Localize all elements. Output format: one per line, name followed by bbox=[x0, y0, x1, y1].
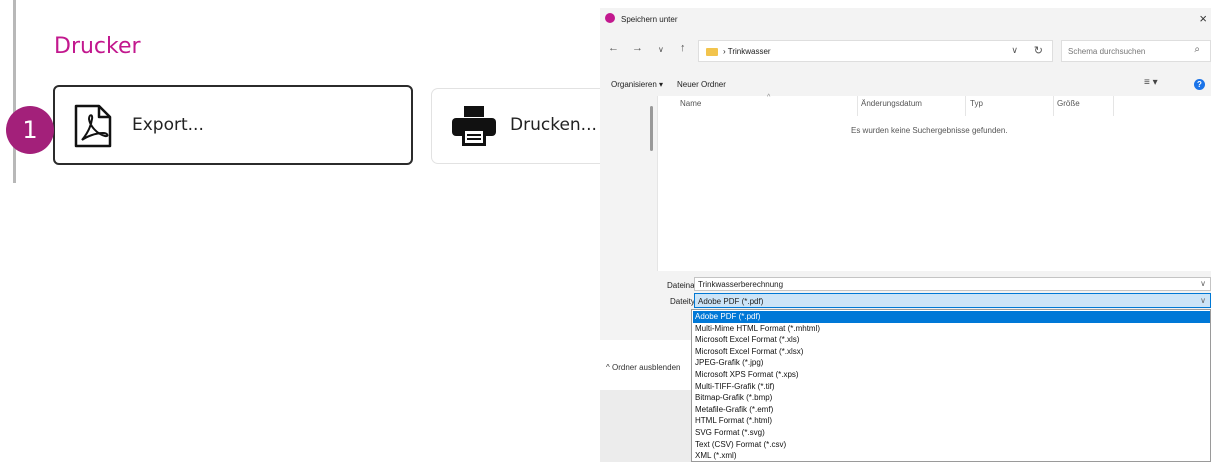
filetype-option[interactable]: Metafile-Grafik (*.emf) bbox=[693, 404, 1210, 416]
column-divider bbox=[965, 96, 966, 116]
filetype-select[interactable]: Adobe PDF (*.pdf) ∨ bbox=[694, 293, 1211, 308]
column-header-date[interactable]: Änderungsdatum bbox=[861, 99, 922, 108]
filename-field[interactable]: Trinkwasserberechnung ∨ bbox=[694, 277, 1211, 291]
chevron-down-icon[interactable]: ∨ bbox=[1200, 296, 1206, 305]
filetype-option[interactable]: Multi-Mime HTML Format (*.mhtml) bbox=[693, 323, 1210, 335]
refresh-icon[interactable]: ↻ bbox=[1034, 44, 1043, 57]
navigation-pane[interactable] bbox=[600, 96, 657, 271]
pdf-icon bbox=[74, 104, 112, 148]
empty-message: Es wurden keine Suchergebnisse gefunden. bbox=[851, 126, 1008, 135]
column-divider bbox=[1113, 96, 1114, 116]
back-icon[interactable]: ← bbox=[608, 42, 619, 54]
forward-icon[interactable]: → bbox=[632, 42, 643, 54]
filetype-option[interactable]: Text (CSV) Format (*.csv) bbox=[693, 439, 1210, 451]
organize-button[interactable]: Organisieren ▾ bbox=[611, 80, 663, 89]
filetype-option[interactable]: JPEG-Grafik (*.jpg) bbox=[693, 357, 1210, 369]
filetype-option[interactable]: Microsoft Excel Format (*.xls) bbox=[693, 334, 1210, 346]
pane-divider bbox=[657, 96, 658, 271]
filetype-option[interactable]: SVG Format (*.svg) bbox=[693, 427, 1210, 439]
filetype-option[interactable]: HTML Format (*.html) bbox=[693, 415, 1210, 427]
search-input[interactable]: Schema durchsuchen ⌕ bbox=[1061, 40, 1211, 62]
dialog-titlebar: Speichern unter × bbox=[600, 8, 1211, 32]
export-button[interactable]: Export... bbox=[53, 85, 413, 165]
step-badge: 1 bbox=[6, 106, 54, 154]
address-path: › Trinkwasser bbox=[723, 47, 771, 56]
filetype-option[interactable]: XML (*.xml) bbox=[693, 450, 1210, 462]
filetype-option[interactable]: Microsoft Excel Format (*.xlsx) bbox=[693, 346, 1210, 358]
close-icon[interactable]: × bbox=[1199, 11, 1207, 26]
filename-value: Trinkwasserberechnung bbox=[698, 280, 784, 289]
app-icon bbox=[605, 13, 615, 23]
filetype-option[interactable]: Multi-TIFF-Grafik (*.tif) bbox=[693, 381, 1210, 393]
filetype-option[interactable]: Adobe PDF (*.pdf) bbox=[693, 311, 1210, 323]
folder-icon bbox=[706, 48, 718, 56]
search-icon: ⌕ bbox=[1194, 44, 1200, 55]
column-divider bbox=[857, 96, 858, 116]
filetype-option[interactable]: Microsoft XPS Format (*.xps) bbox=[693, 369, 1210, 381]
column-divider bbox=[1053, 96, 1054, 116]
hide-folders-area: ^ Ordner ausblenden bbox=[600, 340, 694, 390]
help-icon[interactable]: ? bbox=[1194, 79, 1205, 90]
column-header-type[interactable]: Typ bbox=[970, 99, 983, 108]
filetype-option[interactable]: Bitmap-Grafik (*.bmp) bbox=[693, 392, 1210, 404]
print-label: Drucken... bbox=[510, 115, 597, 135]
sort-indicator: ^ bbox=[767, 94, 771, 101]
hide-folders-button[interactable]: ^ Ordner ausblenden bbox=[606, 363, 680, 372]
navigation-bar: ← → ∨ ↑ › Trinkwasser ∨ ↻ Schema durchsu… bbox=[600, 38, 1211, 64]
recent-locations-icon[interactable]: ∨ bbox=[658, 45, 664, 54]
address-bar[interactable]: › Trinkwasser ∨ ↻ bbox=[698, 40, 1053, 62]
column-header-size[interactable]: Größe bbox=[1057, 99, 1080, 108]
navigation-scrollbar[interactable] bbox=[650, 106, 653, 151]
export-label: Export... bbox=[132, 115, 204, 135]
address-dropdown-icon[interactable]: ∨ bbox=[1011, 45, 1018, 56]
panel-border bbox=[13, 0, 16, 183]
dialog-title: Speichern unter bbox=[621, 15, 678, 24]
print-button[interactable]: Drucken... bbox=[432, 89, 607, 163]
view-options-button[interactable]: ≡ ▾ bbox=[1144, 77, 1158, 88]
chevron-down-icon[interactable]: ∨ bbox=[1200, 279, 1206, 288]
printer-icon bbox=[452, 106, 496, 146]
filetype-value: Adobe PDF (*.pdf) bbox=[698, 297, 764, 306]
save-dialog: Speichern unter × ← → ∨ ↑ › Trinkwasser … bbox=[600, 8, 1211, 462]
file-list[interactable]: ^ Name Änderungsdatum Typ Größe Es wurde… bbox=[657, 94, 1211, 271]
command-bar: Organisieren ▾ Neuer Ordner ≡ ▾ ? bbox=[600, 74, 1211, 96]
search-placeholder: Schema durchsuchen bbox=[1068, 47, 1146, 56]
dialog-footer bbox=[600, 390, 694, 462]
column-header-name[interactable]: Name bbox=[680, 99, 701, 108]
section-title: Drucker bbox=[54, 34, 141, 59]
up-icon[interactable]: ↑ bbox=[680, 42, 686, 54]
new-folder-button[interactable]: Neuer Ordner bbox=[677, 80, 726, 89]
filetype-dropdown-list[interactable]: Adobe PDF (*.pdf) Multi-Mime HTML Format … bbox=[691, 309, 1211, 462]
